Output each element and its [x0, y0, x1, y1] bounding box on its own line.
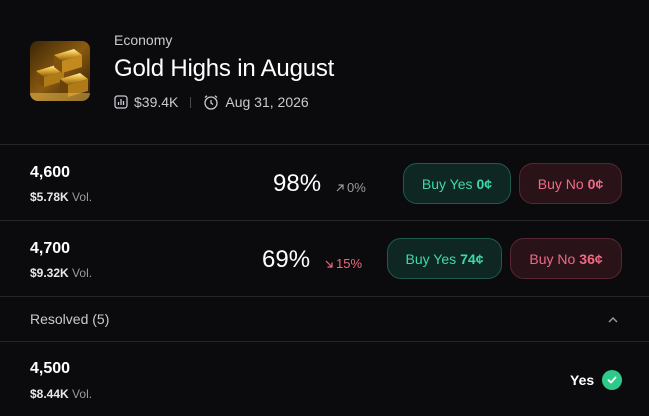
check-circle-icon [602, 370, 623, 390]
resolved-result-label: Yes [570, 372, 595, 388]
outcome-label: 4,700 [30, 240, 71, 257]
buy-yes-label: Buy Yes [405, 250, 457, 267]
buy-yes-label: Buy Yes [421, 175, 473, 192]
outcome-volume: $5.78K Vol. [30, 190, 92, 204]
buy-yes-button[interactable]: Buy Yes 74¢ [387, 238, 502, 279]
outcome-probability: 98% [273, 170, 322, 197]
resolved-collapse-toggle[interactable] [605, 312, 621, 328]
outcome-probability: 69% [262, 246, 311, 273]
outcome-volume-suffix: Vol. [72, 266, 93, 280]
outcome-volume-value: $5.78K [30, 190, 69, 204]
meta-divider [190, 96, 192, 108]
market-thumbnail [30, 41, 90, 101]
buy-no-price: 0¢ [587, 175, 604, 192]
outcome-volume-value: $9.32K [30, 266, 69, 280]
outcome-volume-value: $8.44K [30, 387, 69, 401]
market-end-date: Aug 31, 2026 [225, 94, 309, 110]
outcome-change-value: 0% [347, 180, 366, 195]
buy-no-label: Buy No [529, 250, 576, 267]
buy-no-label: Buy No [537, 175, 584, 192]
buy-no-button[interactable]: Buy No 0¢ [519, 163, 622, 204]
resolved-section-label: Resolved (5) [30, 311, 110, 327]
outcome-label: 4,600 [30, 164, 71, 181]
market-meta: $39.4K Aug 31, 2026 [114, 92, 309, 112]
outcome-row[interactable]: 4,600 $5.78K Vol. 98% 0% Buy Yes 0¢ Buy N… [0, 145, 649, 220]
clock-icon [203, 94, 219, 110]
outcome-change-value: 15% [336, 256, 363, 271]
buy-no-price: 36¢ [579, 250, 603, 267]
buy-yes-price: 0¢ [476, 175, 493, 192]
market-volume: $39.4K [134, 94, 179, 110]
resolved-result: Yes [570, 370, 623, 390]
buy-yes-price: 74¢ [460, 250, 484, 267]
outcome-volume: $9.32K Vol. [30, 266, 92, 280]
arrow-up-right-icon [336, 183, 344, 191]
arrow-down-right-icon [325, 260, 333, 268]
buy-yes-button[interactable]: Buy Yes 0¢ [403, 163, 511, 204]
market-title: Gold Highs in August [114, 55, 335, 82]
gold-bars-image [30, 41, 90, 101]
outcome-change: 0% [335, 180, 366, 195]
market-header: Economy Gold Highs in August $39.4K Aug … [0, 0, 649, 145]
outcome-volume-suffix: Vol. [72, 190, 93, 204]
resolved-outcome-row[interactable]: 4,500 $8.44K Vol. [0, 342, 649, 416]
outcome-volume: $8.44K Vol. [30, 387, 92, 401]
divider [0, 296, 649, 297]
outcome-row[interactable]: 4,700 $9.32K Vol. 69% 15% Buy Yes 74¢ Buy… [0, 221, 649, 296]
outcome-label: 4,500 [30, 360, 71, 377]
chevron-up-icon [608, 317, 618, 323]
chart-icon [114, 95, 128, 109]
buy-no-button[interactable]: Buy No 36¢ [510, 238, 622, 279]
outcome-change: 15% [324, 256, 362, 271]
market-category: Economy [114, 32, 173, 48]
outcome-volume-suffix: Vol. [72, 387, 93, 401]
